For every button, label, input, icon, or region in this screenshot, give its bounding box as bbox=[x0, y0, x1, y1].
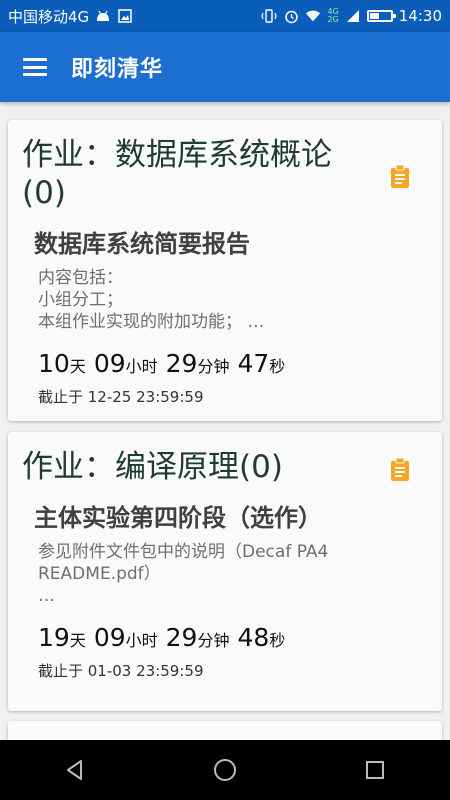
homework-card[interactable]: 作业：数据库系统概论(0) 数据库系统简要报告 内容包括： 小组分工； 本组作业… bbox=[8, 120, 442, 421]
course-title: 作业：数据库系统概论(0) bbox=[22, 137, 332, 211]
course-title: 作业：编译原理(0) bbox=[22, 449, 283, 485]
clipboard-icon[interactable] bbox=[390, 458, 410, 482]
countdown-seconds-unit: 秒 bbox=[269, 357, 286, 376]
countdown-days-unit: 天 bbox=[69, 357, 86, 376]
assignment-description: 内容包括： 小组分工； 本组作业实现的附加功能； … bbox=[38, 268, 265, 332]
assignment-title: 数据库系统简要报告 bbox=[34, 230, 250, 258]
countdown-minutes: 29 bbox=[165, 623, 198, 652]
status-time: 14:30 bbox=[398, 7, 442, 25]
hamburger-menu-icon[interactable] bbox=[23, 58, 47, 76]
countdown-days: 10 bbox=[38, 349, 70, 378]
android-icon bbox=[95, 9, 111, 23]
recents-icon[interactable] bbox=[355, 750, 395, 790]
countdown-hours: 09 bbox=[93, 349, 126, 378]
countdown-seconds: 47 bbox=[237, 349, 270, 378]
countdown-minutes: 29 bbox=[165, 349, 198, 378]
deadline-text: 截止于 01-03 23:59:59 bbox=[38, 662, 204, 680]
status-right: 4G 2G 14:30 bbox=[261, 7, 442, 25]
assignment-description: 参见附件文件包中的说明（Decaf PA4 README.pdf） … bbox=[38, 542, 329, 606]
countdown-hours-unit: 小时 bbox=[125, 357, 158, 376]
countdown-timer: 10 天 09 小时 29 分钟 47 秒 bbox=[38, 349, 428, 378]
homework-list[interactable]: 作业：数据库系统概论(0) 数据库系统简要报告 内容包括： 小组分工； 本组作业… bbox=[0, 102, 450, 740]
homework-card[interactable] bbox=[8, 721, 442, 740]
assignment-title: 主体实验第四阶段（选作） bbox=[34, 504, 322, 532]
homework-card[interactable]: 作业：编译原理(0) 主体实验第四阶段（选作） 参见附件文件包中的说明（Deca… bbox=[8, 432, 442, 711]
deadline-text: 截止于 12-25 23:59:59 bbox=[38, 388, 204, 406]
countdown-hours: 09 bbox=[93, 623, 126, 652]
countdown-days-unit: 天 bbox=[69, 631, 86, 650]
network-type-label: 4G 2G bbox=[327, 7, 339, 24]
countdown-hours-unit: 小时 bbox=[125, 631, 158, 650]
status-left: 中国移动4G bbox=[8, 6, 133, 27]
carrier-label: 中国移动4G bbox=[8, 7, 90, 26]
countdown-minutes-unit: 分钟 bbox=[197, 631, 230, 650]
app-bar: 即刻清华 bbox=[0, 32, 450, 102]
countdown-days: 19 bbox=[38, 623, 70, 652]
countdown-minutes-unit: 分钟 bbox=[197, 357, 230, 376]
image-icon bbox=[117, 9, 133, 23]
clipboard-icon[interactable] bbox=[390, 165, 410, 189]
home-icon[interactable] bbox=[205, 750, 245, 790]
back-icon[interactable] bbox=[55, 750, 95, 790]
countdown-timer: 19 天 09 小时 29 分钟 48 秒 bbox=[38, 623, 428, 652]
alarm-icon bbox=[283, 9, 299, 23]
countdown-seconds: 48 bbox=[237, 623, 270, 652]
status-bar: 中国移动4G 4G 2G 14:30 bbox=[0, 0, 450, 32]
vibrate-icon bbox=[261, 9, 278, 23]
signal-icon bbox=[345, 9, 361, 23]
countdown-seconds-unit: 秒 bbox=[269, 631, 286, 650]
app-title: 即刻清华 bbox=[71, 57, 164, 82]
battery-icon bbox=[366, 10, 396, 22]
navigation-bar bbox=[0, 740, 450, 800]
wifi-icon bbox=[305, 9, 321, 23]
